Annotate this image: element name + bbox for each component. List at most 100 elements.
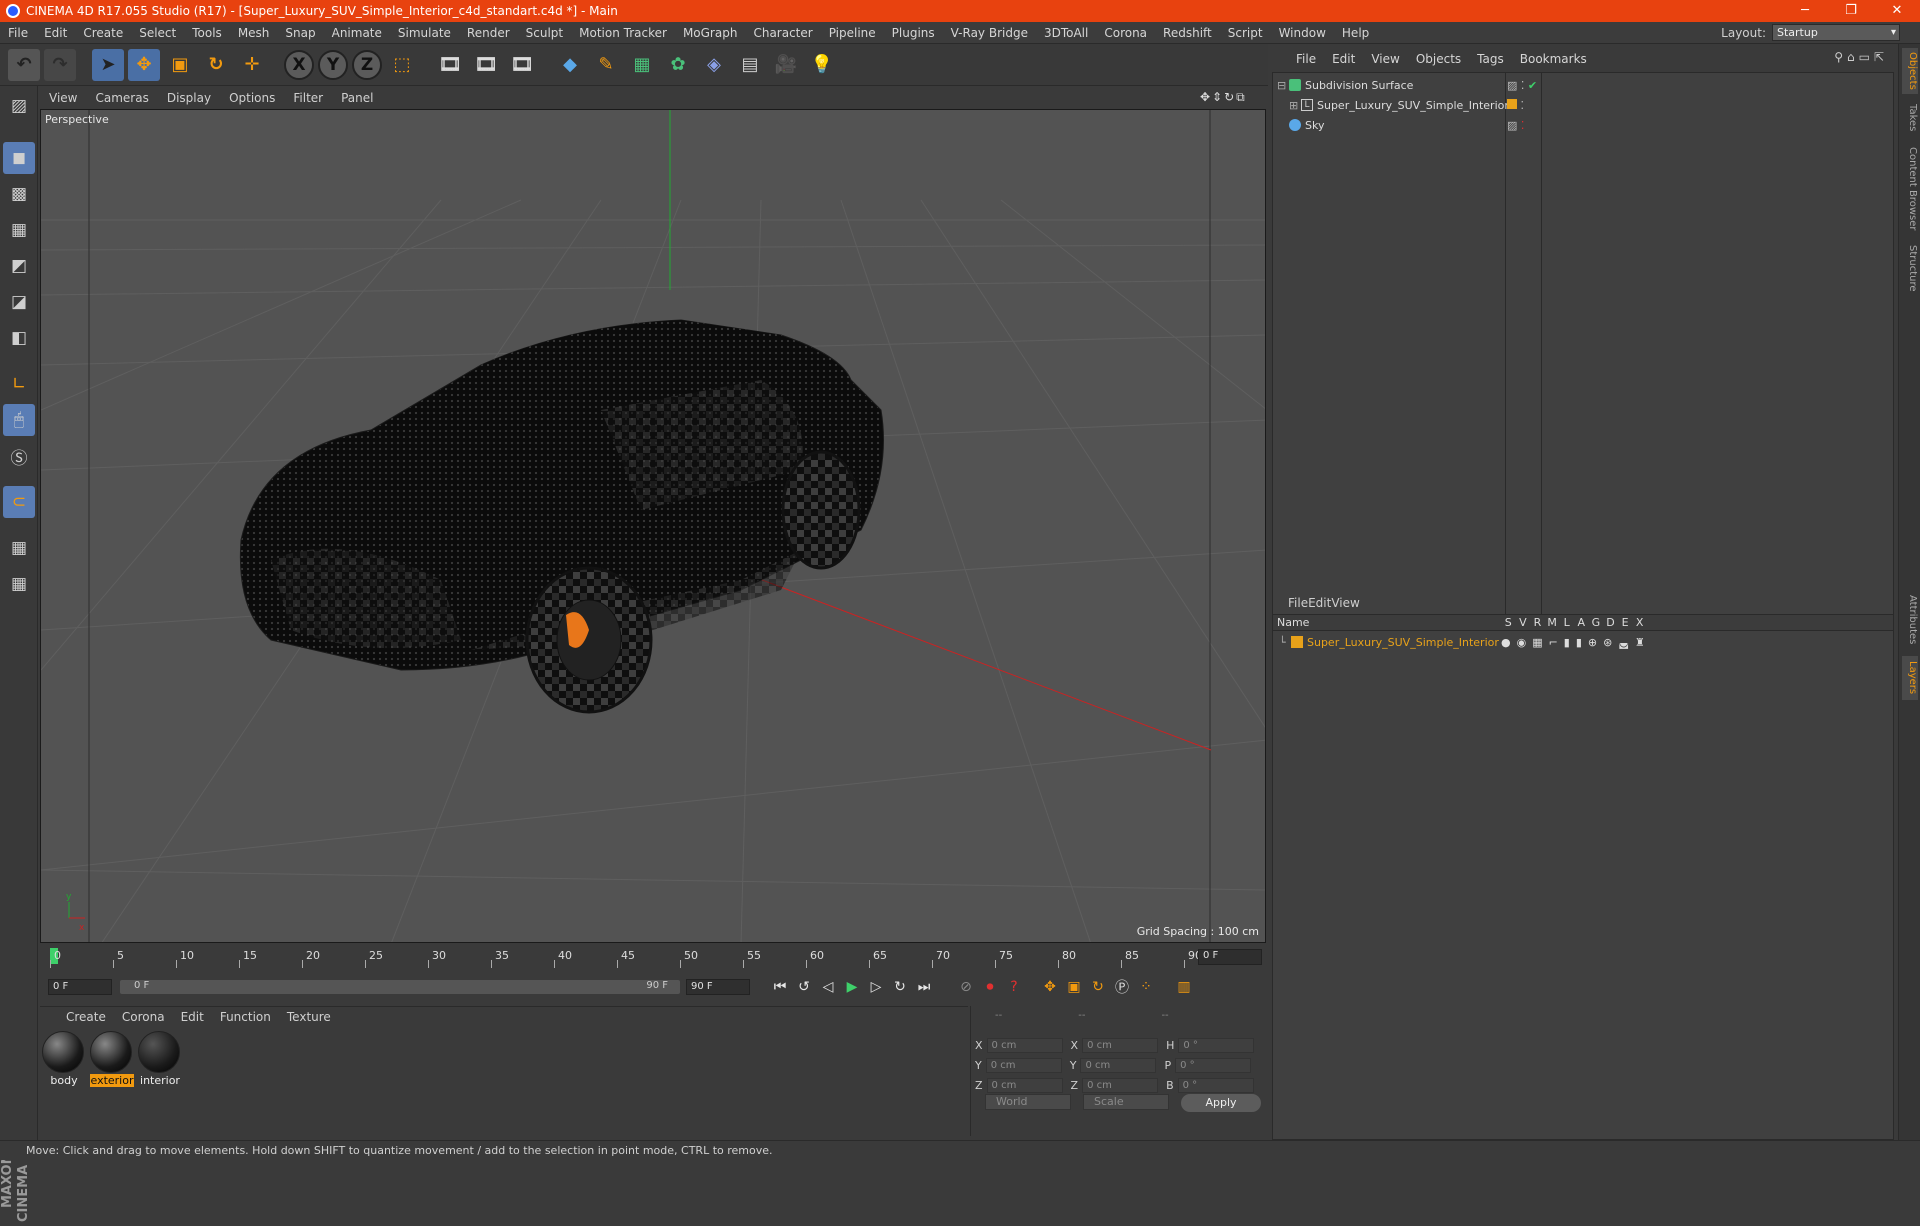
- object-manager-tools[interactable]: ⚲⌂▭⇱: [1834, 50, 1888, 64]
- move-tool-icon[interactable]: ✥: [128, 48, 160, 81]
- cube-primitive-icon[interactable]: ◆: [554, 49, 586, 81]
- menu-create[interactable]: Create: [75, 26, 131, 40]
- menu-corona[interactable]: Corona: [1096, 26, 1155, 40]
- material-body[interactable]: body: [42, 1031, 86, 1089]
- layer-color-swatch[interactable]: [1291, 636, 1303, 648]
- scale-tool-icon[interactable]: ▣: [164, 49, 196, 81]
- record-active-icon[interactable]: ⏺: [978, 975, 1002, 999]
- layer-column-r[interactable]: R: [1530, 616, 1545, 629]
- layer-column-v[interactable]: V: [1516, 616, 1531, 629]
- layer-menu-edit[interactable]: Edit: [1308, 596, 1331, 610]
- object-menu-tags[interactable]: Tags: [1469, 52, 1512, 66]
- camera-icon[interactable]: 🎥: [770, 49, 802, 81]
- object-menu-file[interactable]: File: [1288, 52, 1324, 66]
- object-menu-bookmarks[interactable]: Bookmarks: [1512, 52, 1595, 66]
- play-icon[interactable]: ▶: [840, 975, 864, 999]
- frame-range-slider[interactable]: 0 F 90 F: [120, 980, 680, 994]
- y-axis-lock-icon[interactable]: Y: [318, 49, 348, 80]
- suv-model[interactable]: [239, 319, 884, 714]
- tab-layers[interactable]: Layers: [1902, 656, 1918, 700]
- material-menu-edit[interactable]: Edit: [173, 1010, 212, 1024]
- menu-select[interactable]: Select: [131, 26, 184, 40]
- cloner-icon[interactable]: ✿: [662, 49, 694, 81]
- menu-window[interactable]: Window: [1271, 26, 1334, 40]
- workplane-align-icon[interactable]: ▦: [3, 568, 35, 600]
- tweak-mode-icon[interactable]: 🖱: [3, 404, 35, 436]
- polygons-mode-icon[interactable]: ◧: [3, 322, 35, 354]
- menu-v-ray-bridge[interactable]: V-Ray Bridge: [943, 26, 1036, 40]
- layer-column-x[interactable]: X: [1632, 616, 1647, 629]
- material-menu-function[interactable]: Function: [212, 1010, 279, 1024]
- menu-tools[interactable]: Tools: [184, 26, 230, 40]
- model-mode-icon[interactable]: ◼: [3, 142, 35, 174]
- coord-mode-dropdown[interactable]: Scale: [1083, 1094, 1169, 1110]
- menu-3dtoall[interactable]: 3DToAll: [1036, 26, 1096, 40]
- make-editable-icon[interactable]: ▨: [3, 90, 35, 122]
- layer-menu-view[interactable]: View: [1331, 596, 1359, 610]
- z-axis-lock-icon[interactable]: Z: [352, 49, 382, 80]
- menu-mesh[interactable]: Mesh: [230, 26, 278, 40]
- close-button[interactable]: ✕: [1874, 0, 1920, 22]
- material-tag[interactable]: ⁚: [1507, 98, 1524, 112]
- menu-file[interactable]: File: [0, 26, 36, 40]
- layer-row[interactable]: └ Super_Luxury_SUV_Simple_Interior ●◉▦⌐▮…: [1273, 633, 1893, 651]
- viewport-menu-cameras[interactable]: Cameras: [86, 91, 157, 105]
- floor-scene-icon[interactable]: ▤: [734, 49, 766, 81]
- edges-mode-icon[interactable]: ◪: [3, 286, 35, 318]
- object-menu-edit[interactable]: Edit: [1324, 52, 1363, 66]
- points-mode-icon[interactable]: ◩: [3, 250, 35, 282]
- workplane-mode-icon[interactable]: ▦: [3, 214, 35, 246]
- previous-frame-icon[interactable]: ◁: [816, 975, 840, 999]
- spline-pen-icon[interactable]: ✎: [590, 49, 622, 81]
- menu-script[interactable]: Script: [1220, 26, 1271, 40]
- viewport-menu-filter[interactable]: Filter: [284, 91, 332, 105]
- motion-record-icon[interactable]: ⊘: [954, 975, 978, 999]
- menu-motion-tracker[interactable]: Motion Tracker: [571, 26, 675, 40]
- menu-simulate[interactable]: Simulate: [390, 26, 459, 40]
- object-row-subdivision[interactable]: ⊟ Subdivision Surface ▨ ⁚ ✔: [1273, 76, 1893, 94]
- next-key-icon[interactable]: ↻: [888, 975, 912, 999]
- light-icon[interactable]: 💡: [806, 49, 838, 81]
- key-scale-icon[interactable]: ▣: [1062, 975, 1086, 999]
- solo-mode-icon[interactable]: Ⓢ: [3, 440, 35, 472]
- previous-key-icon[interactable]: ↺: [792, 975, 816, 999]
- render-view-icon[interactable]: 🎞: [434, 49, 466, 81]
- undo-icon[interactable]: ↶: [8, 48, 40, 81]
- menu-sculpt[interactable]: Sculpt: [518, 26, 571, 40]
- layer-column-a[interactable]: A: [1574, 616, 1589, 629]
- layer-column-g[interactable]: G: [1589, 616, 1604, 629]
- viewport-menu-options[interactable]: Options: [220, 91, 284, 105]
- axis-mode-icon[interactable]: ∟: [3, 368, 35, 400]
- render-settings-icon[interactable]: 🎞: [506, 49, 538, 81]
- object-menu-objects[interactable]: Objects: [1408, 52, 1469, 66]
- key-parameter-icon[interactable]: Ⓟ: [1110, 975, 1134, 999]
- menu-mograph[interactable]: MoGraph: [675, 26, 746, 40]
- go-to-end-icon[interactable]: ⏭: [912, 975, 936, 999]
- layer-column-e[interactable]: E: [1618, 616, 1633, 629]
- menu-animate[interactable]: Animate: [324, 26, 390, 40]
- menu-edit[interactable]: Edit: [36, 26, 75, 40]
- material-menu-create[interactable]: Create: [58, 1010, 114, 1024]
- x-axis-lock-icon[interactable]: X: [284, 49, 314, 80]
- apply-button[interactable]: Apply: [1181, 1094, 1261, 1112]
- object-row-suv[interactable]: ⊞ L Super_Luxury_SUV_Simple_Interior ⁚: [1273, 96, 1893, 114]
- menu-plugins[interactable]: Plugins: [884, 26, 943, 40]
- menu-snap[interactable]: Snap: [277, 26, 323, 40]
- coord-system-dropdown[interactable]: World: [985, 1094, 1071, 1110]
- snapping-icon[interactable]: ⊂: [3, 486, 35, 518]
- material-menu-texture[interactable]: Texture: [279, 1010, 339, 1024]
- subdivision-surface-icon[interactable]: ▦: [626, 49, 658, 81]
- layout-dropdown[interactable]: Startup: [1772, 24, 1900, 41]
- material-exterior[interactable]: exterior: [90, 1031, 134, 1089]
- viewport-menu-panel[interactable]: Panel: [332, 91, 382, 105]
- workplane-lock-icon[interactable]: ▦: [3, 532, 35, 564]
- end-frame-field[interactable]: 90 F: [686, 979, 750, 995]
- deformer-icon[interactable]: ◈: [698, 49, 730, 81]
- timeline-window-icon[interactable]: ▥: [1172, 975, 1196, 999]
- object-row-sky[interactable]: Sky ▨ ⁚: [1273, 116, 1893, 134]
- timeline[interactable]: 0 5 10 15 20 25 30 35 40 45 50 55 60 65 70 75 80 85 90 0 F: [40, 946, 1266, 968]
- tab-structure[interactable]: Structure: [1902, 240, 1918, 296]
- perspective-viewport[interactable]: y x Perspective Grid Spacing : 100 cm: [40, 109, 1266, 943]
- current-frame-field[interactable]: 0 F: [1198, 949, 1262, 965]
- menu-help[interactable]: Help: [1334, 26, 1377, 40]
